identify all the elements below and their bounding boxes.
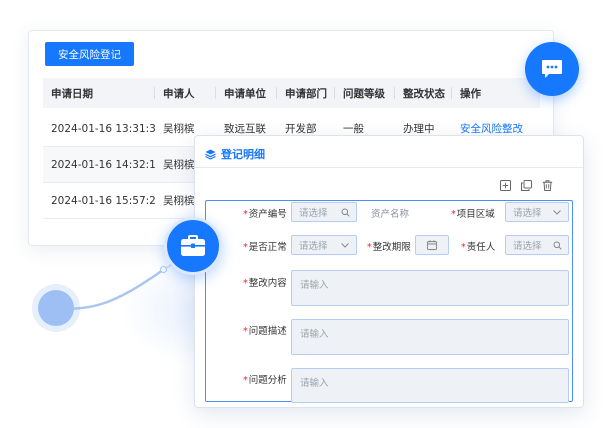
search-icon (340, 206, 350, 218)
problem-desc-textarea[interactable]: 请输入 (291, 319, 569, 355)
chevron-down-icon (340, 239, 350, 251)
owner-label: *责任人 (461, 242, 496, 253)
rectify-content-label: *整改内容 (243, 278, 287, 289)
rectify-content-textarea[interactable]: 请输入 (291, 270, 569, 306)
deadline-date-picker[interactable] (415, 235, 449, 255)
column-header: 申请日期 (43, 78, 155, 108)
column-header: 申请部门 (277, 78, 335, 108)
problem-analysis-textarea[interactable]: 请输入 (291, 368, 569, 403)
detail-title: 登记明细 (205, 146, 265, 162)
table-header: 申请日期 申请人 申请单位 申请部门 问题等级 整改状态 操作 (43, 78, 540, 108)
column-header: 问题等级 (335, 78, 395, 108)
problem-analysis-label: *问题分析 (243, 375, 287, 386)
is-normal-select[interactable]: 请选择 (291, 235, 357, 255)
trash-icon[interactable] (541, 179, 553, 191)
connector-node-large (38, 290, 74, 326)
owner-select[interactable]: 请选择 (505, 235, 569, 255)
add-square-icon[interactable] (499, 179, 511, 191)
project-area-select[interactable]: 请选择 (505, 202, 569, 222)
cell-apply-date: 2024-01-16 15:57:26 (51, 194, 155, 207)
cell-apply-date: 2024-01-16 14:32:19 (51, 158, 155, 171)
calendar-icon (427, 239, 437, 251)
column-header: 申请单位 (216, 78, 277, 108)
cell-apply-date: 2024-01-16 13:31:37 (51, 122, 155, 135)
detail-title-text: 登记明细 (221, 148, 265, 161)
layers-icon (205, 149, 216, 160)
column-header: 申请人 (155, 78, 216, 108)
is-normal-label: *是否正常 (243, 242, 287, 253)
copy-icon[interactable] (520, 179, 532, 191)
project-area-label: *项目区域 (451, 209, 495, 220)
problem-desc-label: *问题描述 (243, 326, 287, 337)
title-divider (195, 167, 583, 168)
asset-name-label: 资产名称 (371, 209, 410, 220)
column-header: 操作 (460, 87, 481, 100)
briefcase-icon (181, 235, 205, 256)
briefcase-button[interactable] (164, 217, 222, 275)
detail-form-card: 登记明细 *资产编号 请选择 资产名称 *项目区域 请选择 *是否正常 请选择 … (194, 135, 584, 408)
asset-code-label: *资产编号 (243, 209, 287, 220)
chat-button[interactable] (525, 42, 579, 96)
asset-code-select[interactable]: 请选择 (291, 202, 357, 222)
search-icon (552, 239, 562, 251)
register-risk-button[interactable]: 安全风险登记 (45, 42, 134, 66)
form-toolbar (499, 179, 553, 191)
chevron-down-icon (552, 206, 562, 218)
column-header: 整改状态 (395, 78, 452, 108)
chat-bubble-icon (542, 60, 562, 78)
connector-node-small (160, 266, 167, 273)
deadline-label: *整改期限 (367, 242, 411, 253)
